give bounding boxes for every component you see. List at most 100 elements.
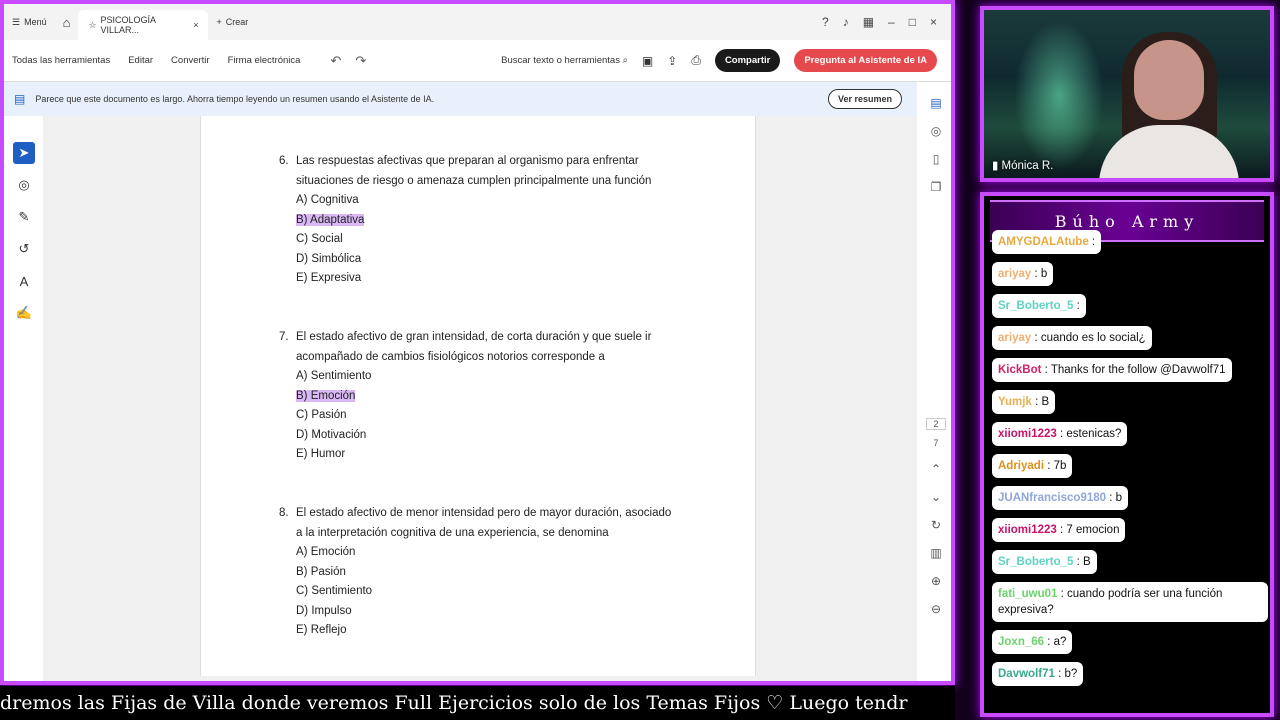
- chat-username: JUANfrancisco9180: [998, 492, 1107, 504]
- chat-username: ariyay: [998, 268, 1032, 280]
- option: E) Humor: [296, 448, 346, 460]
- signal-icon: ▮: [992, 160, 999, 172]
- chevron-up-icon[interactable]: ⌃: [917, 462, 951, 476]
- chat-message: fati_uwu01 : cuando podría ser una funci…: [992, 582, 1268, 622]
- chat-message-row: Sr_Boberto_5 : B: [992, 550, 1268, 582]
- search-tools[interactable]: Buscar texto o herramientas ⌕: [501, 55, 628, 66]
- menu-sign[interactable]: Firma electrónica: [228, 55, 301, 66]
- select-tool-icon[interactable]: ➤: [13, 142, 35, 164]
- undo-icon[interactable]: ↶: [330, 53, 341, 69]
- chat-text: : Thanks for the follow @Davwolf71: [1041, 364, 1226, 376]
- option: D) Simbólica: [296, 252, 362, 265]
- chat-message-row: xiiomi1223 : estenicas?: [992, 422, 1268, 454]
- chat-message: Sr_Boberto_5 : B: [992, 550, 1097, 574]
- hamburger-icon: ☰: [12, 16, 21, 27]
- share-button[interactable]: Compartir: [714, 49, 781, 72]
- search-label: Buscar texto o herramientas: [501, 55, 620, 66]
- chat-message-row: Adriyadi : 7b: [992, 454, 1268, 486]
- bell-icon[interactable]: ♪: [843, 15, 849, 29]
- chat-text: : B: [1073, 556, 1091, 568]
- question-number: 6.: [279, 155, 289, 167]
- ai-assistant-button[interactable]: Pregunta al Asistente de IA: [794, 49, 937, 72]
- chat-message-row: Sr_Boberto_5 :: [992, 294, 1268, 326]
- close-window-icon[interactable]: ×: [930, 15, 937, 29]
- menu-edit[interactable]: Editar: [128, 55, 153, 66]
- chat-text: : estenicas?: [1056, 428, 1122, 440]
- chat-message: xiiomi1223 : estenicas?: [992, 422, 1128, 446]
- option: E) Expresiva: [296, 272, 362, 284]
- browser-tabbar: ☰ Menú ⌂ ☆ PSICOLOGÍA VILLAR... × + Crear …: [4, 4, 951, 40]
- view-summary-button[interactable]: Ver resumen: [827, 89, 902, 109]
- document-area: 6. Las respuestas afectivas que preparan …: [44, 116, 916, 681]
- chat-message-row: KickBot : Thanks for the follow @Davwolf…: [992, 358, 1268, 390]
- apps-icon[interactable]: ▦: [863, 15, 874, 29]
- chat-overlay: Búho Army AMYGDALAtube : ariyay : b Sr_Bob…: [980, 192, 1274, 717]
- chat-text: :: [1088, 236, 1096, 248]
- right-panel-rail: ▤ ◎ ▯ ❐ 2 7 ⌃ ⌄ ↻ ▥ ⊕ ⊖: [916, 82, 951, 681]
- question-6: 6. Las respuestas afectivas que preparan …: [279, 152, 679, 289]
- text-tool-icon[interactable]: A: [13, 270, 35, 292]
- chevron-down-icon[interactable]: ⌄: [917, 490, 951, 504]
- pages-icon[interactable]: ❐: [917, 180, 951, 194]
- print-icon[interactable]: ⎙: [691, 53, 701, 68]
- streamer-name: ▮ Mónica R.: [992, 160, 1054, 172]
- pdf-page: 6. Las respuestas afectivas que preparan …: [200, 116, 756, 676]
- chat-username: ariyay: [998, 332, 1032, 344]
- menu-button[interactable]: ☰ Menú: [4, 4, 55, 40]
- option: B) Pasión: [296, 565, 346, 578]
- question-stem: El estado afectivo de gran intensidad, d…: [296, 331, 652, 363]
- chat-text: : b: [1031, 268, 1048, 280]
- zoom-out-icon[interactable]: ⊖: [917, 602, 951, 616]
- chat-message-row: AMYGDALAtube :: [992, 230, 1268, 262]
- ai-panel-icon[interactable]: ▤: [917, 96, 951, 110]
- chat-message-row: Davwolf71 : b?: [992, 662, 1268, 694]
- zoom-in-icon[interactable]: ⊕: [917, 574, 951, 588]
- comments-icon[interactable]: ◎: [917, 124, 951, 138]
- upload-icon[interactable]: ⇪: [667, 54, 677, 68]
- chat-username: xiiomi1223: [998, 428, 1057, 440]
- chat-text: : cuando es lo social¿: [1031, 332, 1146, 344]
- chat-message-row: ariyay : cuando es lo social¿: [992, 326, 1268, 358]
- home-icon[interactable]: ⌂: [55, 4, 79, 40]
- menu-all-tools[interactable]: Todas las herramientas: [12, 55, 110, 66]
- close-tab-icon[interactable]: ×: [193, 20, 198, 30]
- current-page-number[interactable]: 2: [926, 418, 946, 430]
- chat-message: KickBot : Thanks for the follow @Davwolf…: [992, 358, 1232, 382]
- option: A) Cognitiva: [296, 194, 359, 206]
- highlight-tool-icon[interactable]: ✎: [13, 206, 35, 228]
- option-highlighted: B) Adaptativa: [296, 213, 365, 226]
- question-stem: El estado afectivo de menor intensidad p…: [296, 507, 672, 539]
- redo-icon[interactable]: ↷: [355, 53, 366, 69]
- help-icon[interactable]: ?: [822, 15, 829, 29]
- chat-text: : 7 emocion: [1056, 524, 1120, 536]
- menu-convert[interactable]: Convertir: [171, 55, 210, 66]
- draw-tool-icon[interactable]: ↺: [13, 238, 35, 260]
- sign-tool-icon[interactable]: ✍: [13, 302, 35, 324]
- chat-text: : b?: [1054, 668, 1078, 680]
- banner-text: Parece que este documento es largo. Ahor…: [35, 94, 435, 104]
- option-highlighted: B) Emoción: [296, 389, 356, 402]
- pdf-viewer-window: ☰ Menú ⌂ ☆ PSICOLOGÍA VILLAR... × + Crear …: [0, 0, 955, 685]
- chat-username: Yumjk: [998, 396, 1032, 408]
- chat-message-row: Joxn_66 : a?: [992, 630, 1268, 662]
- minimize-icon[interactable]: –: [888, 15, 895, 29]
- tab-document[interactable]: ☆ PSICOLOGÍA VILLAR... ×: [78, 10, 209, 40]
- chat-message: Joxn_66 : a?: [992, 630, 1073, 654]
- comment-tool-icon[interactable]: ◎: [13, 174, 35, 196]
- question-number: 8.: [279, 507, 289, 519]
- option: C) Sentimiento: [296, 585, 373, 597]
- chat-username: AMYGDALAtube: [998, 236, 1089, 248]
- maximize-icon[interactable]: □: [909, 15, 916, 29]
- option: A) Sentimiento: [296, 370, 372, 382]
- option: D) Motivación: [296, 428, 367, 441]
- save-icon[interactable]: ▣: [642, 54, 653, 68]
- new-tab-button[interactable]: + Crear: [208, 4, 256, 40]
- rotate-icon[interactable]: ↻: [917, 518, 951, 532]
- star-icon: ☆: [88, 19, 97, 30]
- bookmarks-icon[interactable]: ▯: [917, 152, 951, 166]
- document-icon[interactable]: ▥: [917, 546, 951, 560]
- new-tab-label: Crear: [225, 17, 249, 27]
- webcam-overlay: ▮ Mónica R.: [980, 6, 1274, 182]
- chat-text: : B: [1031, 396, 1050, 408]
- total-pages: 7: [933, 438, 939, 448]
